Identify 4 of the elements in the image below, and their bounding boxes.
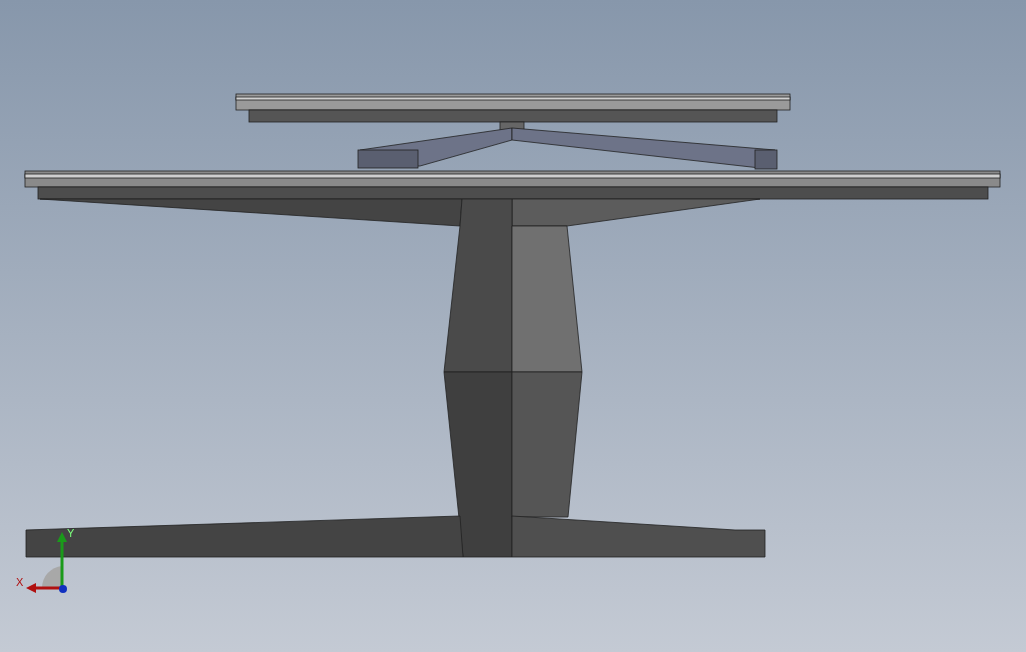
x-axis-label: X (16, 577, 24, 588)
y-axis-label: Y (67, 528, 75, 539)
axis-triad-icon (26, 532, 67, 593)
model-viewport[interactable]: Y X (0, 0, 1026, 652)
